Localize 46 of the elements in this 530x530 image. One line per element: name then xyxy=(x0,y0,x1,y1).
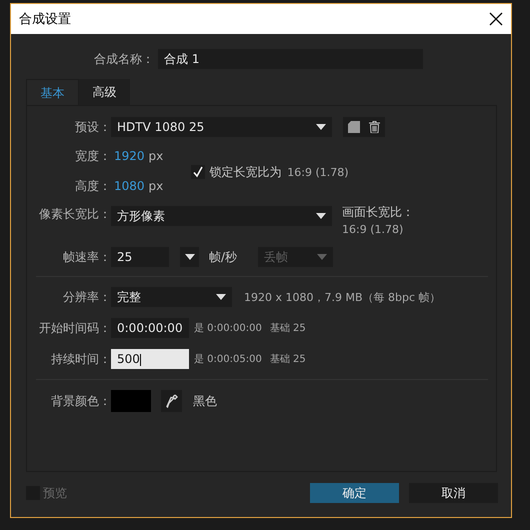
fps-label: 帧/秒 xyxy=(209,248,238,266)
background-color-label: 背景颜色： xyxy=(50,392,111,410)
resolution-info: 1920 x 1080，7.9 MB（每 8bpc 帧） xyxy=(244,290,441,304)
timebase-label: 基础 25 xyxy=(270,322,306,335)
duration-label: 持续时间： xyxy=(50,350,111,368)
duration-field[interactable]: 500 xyxy=(111,349,189,369)
frame-rate-dropdown[interactable] xyxy=(180,247,199,267)
pixel-aspect-label: 像素长宽比： xyxy=(38,206,111,223)
tab[interactable]: 基本 xyxy=(26,79,79,105)
eyedropper-button[interactable] xyxy=(161,390,182,412)
resolution-label: 分辨率： xyxy=(62,288,111,306)
trash-icon[interactable] xyxy=(369,121,380,133)
resolution-dropdown[interactable]: 完整 xyxy=(111,287,232,307)
start-timecode-label: 开始时间码： xyxy=(38,320,111,336)
unit-label: px xyxy=(148,179,164,193)
ok-button[interactable]: 确定 xyxy=(310,483,399,503)
color-swatch[interactable] xyxy=(111,390,151,412)
frame-aspect-value: 16:9 (1.78) xyxy=(342,223,404,236)
timecode-field[interactable]: 0:00:00:00 xyxy=(111,318,189,338)
timebase-label: 基础 25 xyxy=(270,352,306,366)
preset-label: 预设： xyxy=(74,118,111,136)
window-title: 合成设置 xyxy=(19,11,71,28)
equivalent-time: 是 0:00:05:00 xyxy=(194,353,262,366)
equivalent-time: 是 0:00:00:00 xyxy=(194,322,262,335)
cancel-button[interactable]: 取消 xyxy=(409,483,498,503)
lock-aspect-label: 锁定长宽比为 xyxy=(209,164,282,180)
height-value[interactable]: 1080 xyxy=(114,179,145,193)
eyedropper-icon xyxy=(166,394,178,408)
tab[interactable]: 高级 xyxy=(79,79,130,105)
color-name: 黑色 xyxy=(193,392,217,410)
aspect-ratio-value: 16:9 (1.78) xyxy=(287,166,349,178)
frame-rate-field[interactable]: 25 xyxy=(111,247,169,267)
name-label: 合成名称： xyxy=(93,50,154,68)
page-icon[interactable] xyxy=(348,121,360,133)
unit-label: px xyxy=(148,149,164,163)
close-icon[interactable] xyxy=(489,12,503,26)
preview-label: 预览 xyxy=(43,484,67,502)
height-label: 高度： xyxy=(74,178,111,194)
frame-rate-label: 帧速率： xyxy=(62,248,111,266)
preset-dropdown[interactable]: HDTV 1080 25 xyxy=(111,117,332,137)
width-label: 宽度： xyxy=(74,148,111,164)
name-field[interactable]: 合成 1 xyxy=(158,49,423,69)
width-value[interactable]: 1920 xyxy=(114,149,145,163)
pixel-aspect-dropdown[interactable]: 方形像素 xyxy=(111,206,332,226)
frame-aspect-label: 画面长宽比： xyxy=(342,204,414,221)
lock-checkbox[interactable] xyxy=(191,165,206,179)
